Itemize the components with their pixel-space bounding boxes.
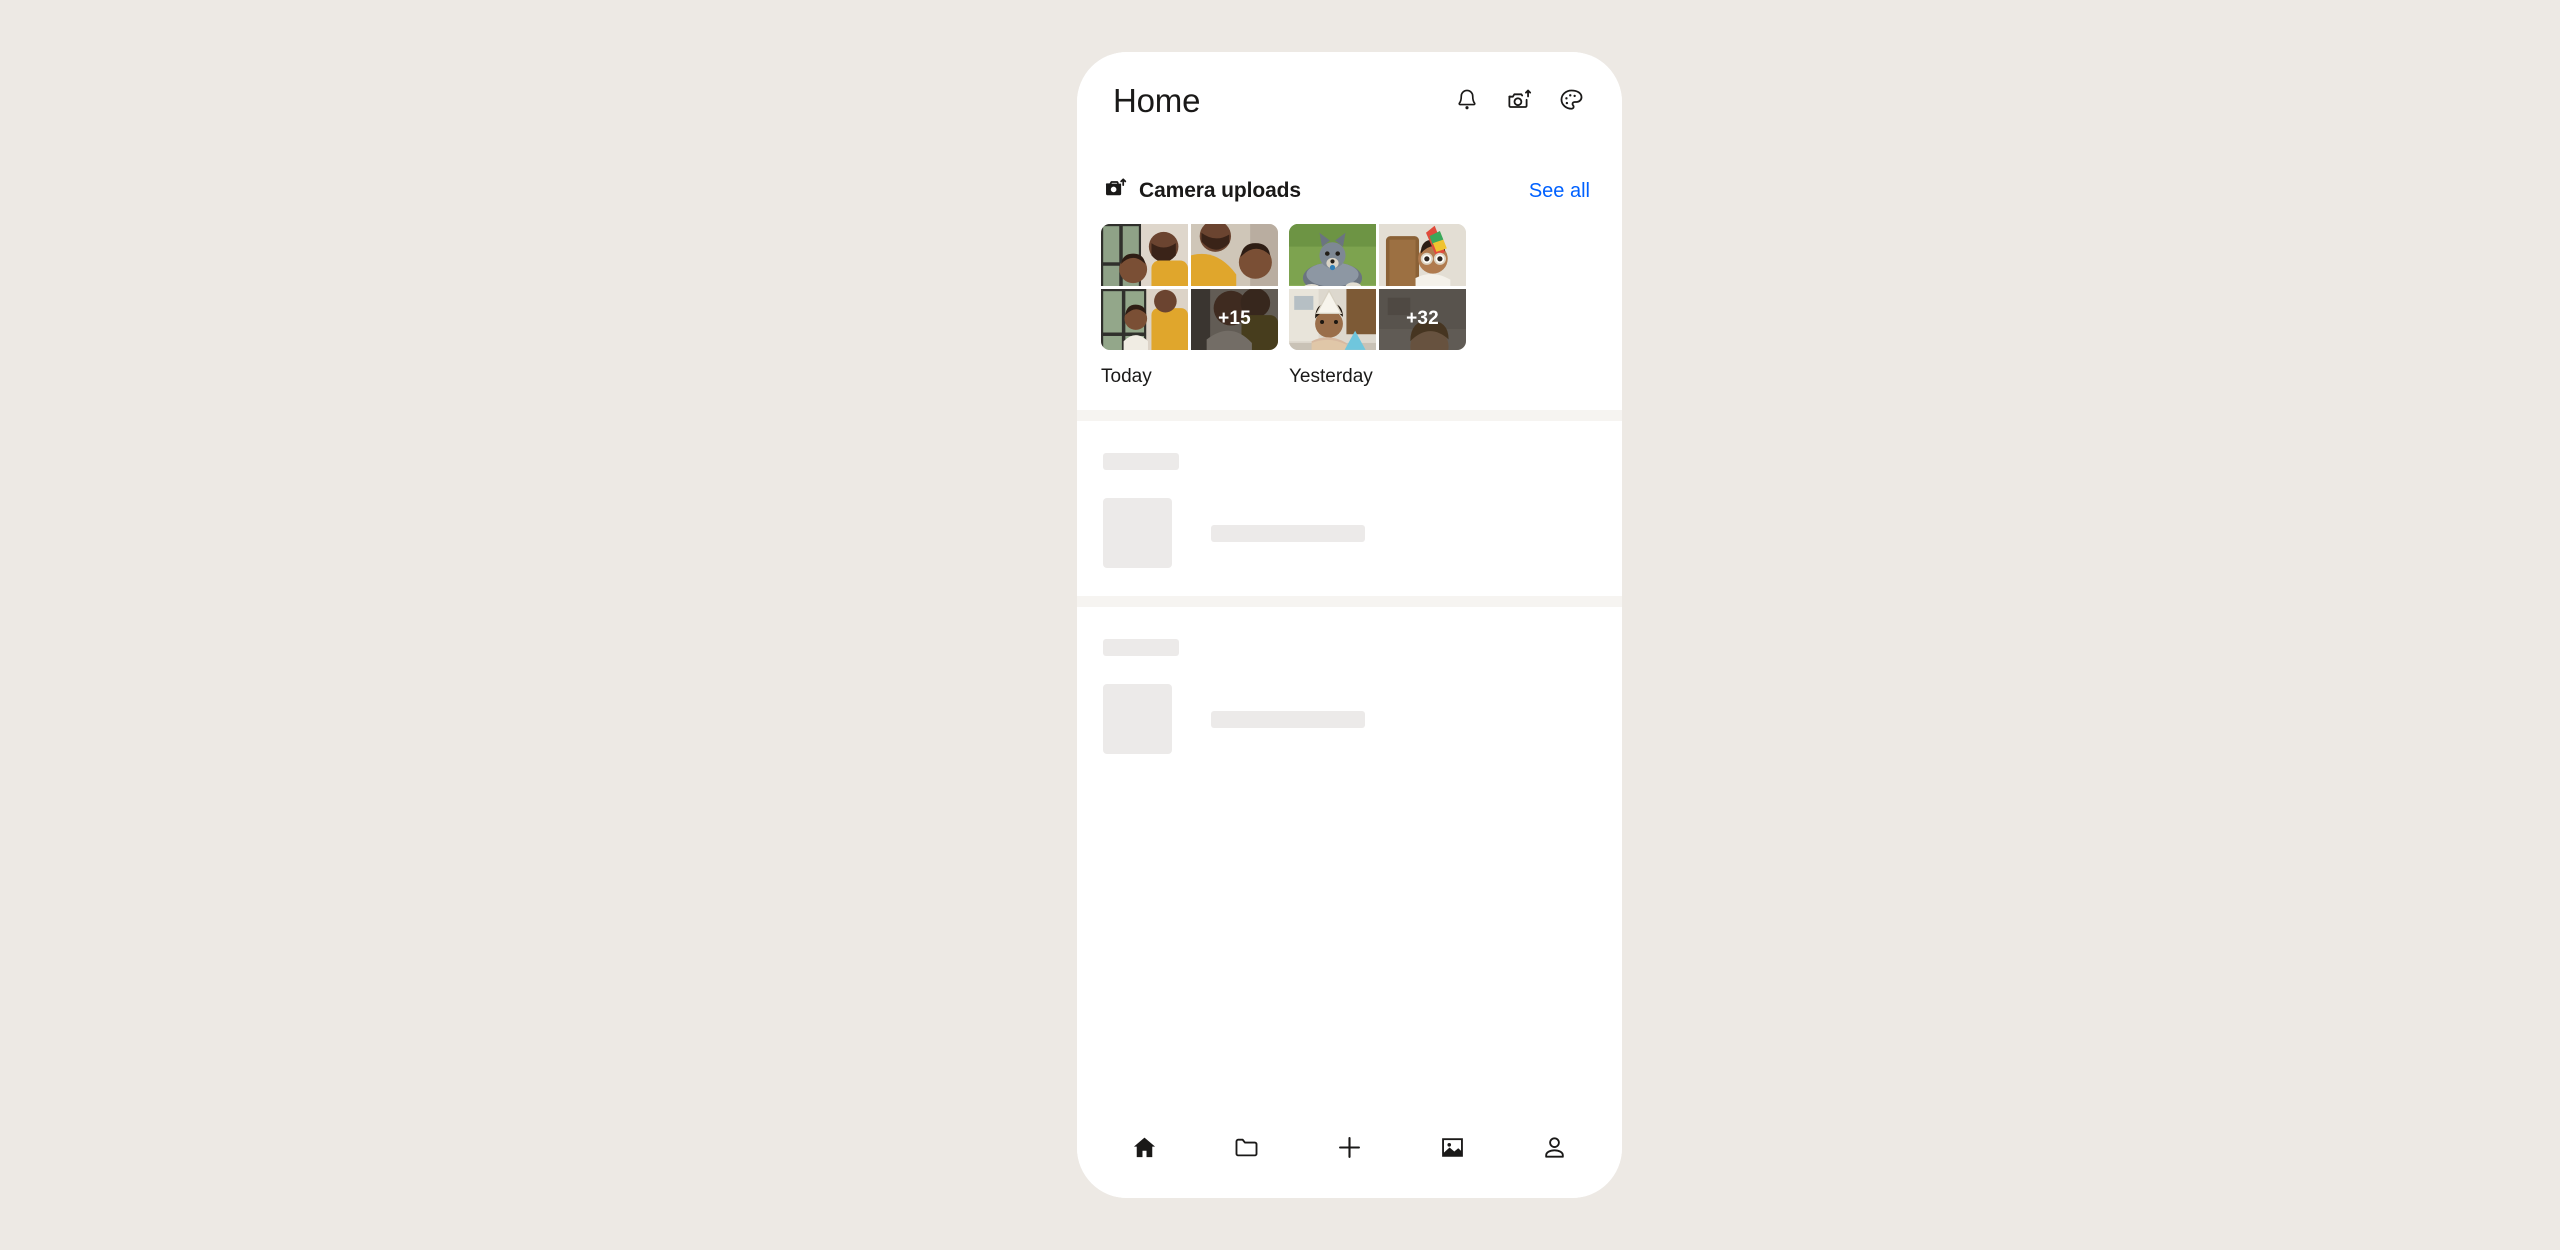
nav-files[interactable]	[1220, 1125, 1274, 1169]
nav-create[interactable]	[1322, 1125, 1376, 1169]
nav-account[interactable]	[1528, 1125, 1582, 1169]
section-divider	[1077, 596, 1622, 607]
camera-uploads-title-group: Camera uploads	[1103, 176, 1301, 206]
skeleton-title-placeholder	[1103, 453, 1179, 470]
skeleton-thumbnail-placeholder	[1103, 684, 1172, 754]
person-icon	[1541, 1134, 1568, 1161]
page-title: Home	[1113, 81, 1201, 119]
app-header: Home	[1077, 52, 1622, 148]
screen-background: Home Camera uploads See all +15 Today +3…	[0, 0, 2560, 1250]
see-all-link[interactable]: See all	[1529, 180, 1590, 203]
photo-thumbnail	[1101, 224, 1188, 286]
notifications-bell-icon	[1454, 87, 1480, 113]
photo-thumbnail	[1101, 288, 1188, 350]
home-icon	[1131, 1134, 1158, 1161]
camera-uploads-header: Camera uploads See all	[1077, 148, 1622, 212]
more-photos-count: +15	[1191, 288, 1278, 350]
photo-tile[interactable]	[1379, 224, 1466, 286]
camera-upload-icon	[1103, 176, 1128, 206]
photo-tile[interactable]	[1289, 224, 1376, 286]
skeleton-title-placeholder	[1103, 639, 1179, 656]
skeleton-line-placeholder	[1211, 710, 1365, 728]
more-photos-count: +32	[1379, 288, 1466, 350]
photo-thumbnail	[1379, 224, 1466, 286]
nav-photos[interactable]	[1425, 1125, 1479, 1169]
photo-group-label: Yesterday	[1289, 366, 1373, 387]
camera-upload-button[interactable]	[1500, 81, 1538, 119]
header-actions	[1448, 81, 1590, 119]
skeleton-thumbnail-placeholder	[1103, 498, 1172, 568]
loading-section	[1077, 421, 1622, 596]
photo-group-label: Today	[1101, 366, 1152, 387]
camera-uploads-section: Camera uploads See all +15 Today +32 Yes…	[1077, 148, 1622, 410]
notifications-button[interactable]	[1448, 81, 1486, 119]
folder-icon	[1233, 1134, 1260, 1161]
camera-uploads-title: Camera uploads	[1139, 179, 1301, 202]
photo-tile[interactable]	[1191, 224, 1278, 286]
loading-section	[1077, 607, 1622, 782]
nav-home[interactable]	[1117, 1125, 1171, 1169]
photo-thumbnail	[1289, 224, 1376, 286]
skeleton-row	[1103, 684, 1622, 754]
photo-group[interactable]: +15 Today	[1101, 224, 1278, 388]
palette-icon	[1558, 87, 1585, 114]
photo-group[interactable]: +32 Yesterday	[1289, 224, 1466, 388]
photo-tile[interactable]	[1101, 224, 1188, 286]
image-icon	[1439, 1134, 1466, 1161]
photo-grid[interactable]: +32	[1289, 224, 1466, 350]
bottom-navigation	[1077, 1110, 1622, 1198]
section-divider	[1077, 410, 1622, 421]
photo-tile-more[interactable]: +15	[1191, 288, 1278, 350]
photo-thumbnail	[1191, 224, 1278, 286]
phone-frame: Home Camera uploads See all +15 Today +3…	[1077, 52, 1622, 1198]
plus-icon	[1335, 1133, 1364, 1162]
photo-tile-more[interactable]: +32	[1379, 288, 1466, 350]
content-spacer	[1077, 782, 1622, 1110]
photo-tile[interactable]	[1289, 288, 1376, 350]
camera-uploads-strip[interactable]: +15 Today +32 Yesterday	[1077, 212, 1622, 388]
photo-grid[interactable]: +15	[1101, 224, 1278, 350]
camera-upload-icon	[1506, 87, 1533, 114]
skeleton-row	[1103, 498, 1622, 568]
theme-palette-button[interactable]	[1552, 81, 1590, 119]
skeleton-line-placeholder	[1211, 524, 1365, 542]
photo-tile[interactable]	[1101, 288, 1188, 350]
photo-thumbnail	[1289, 288, 1376, 350]
